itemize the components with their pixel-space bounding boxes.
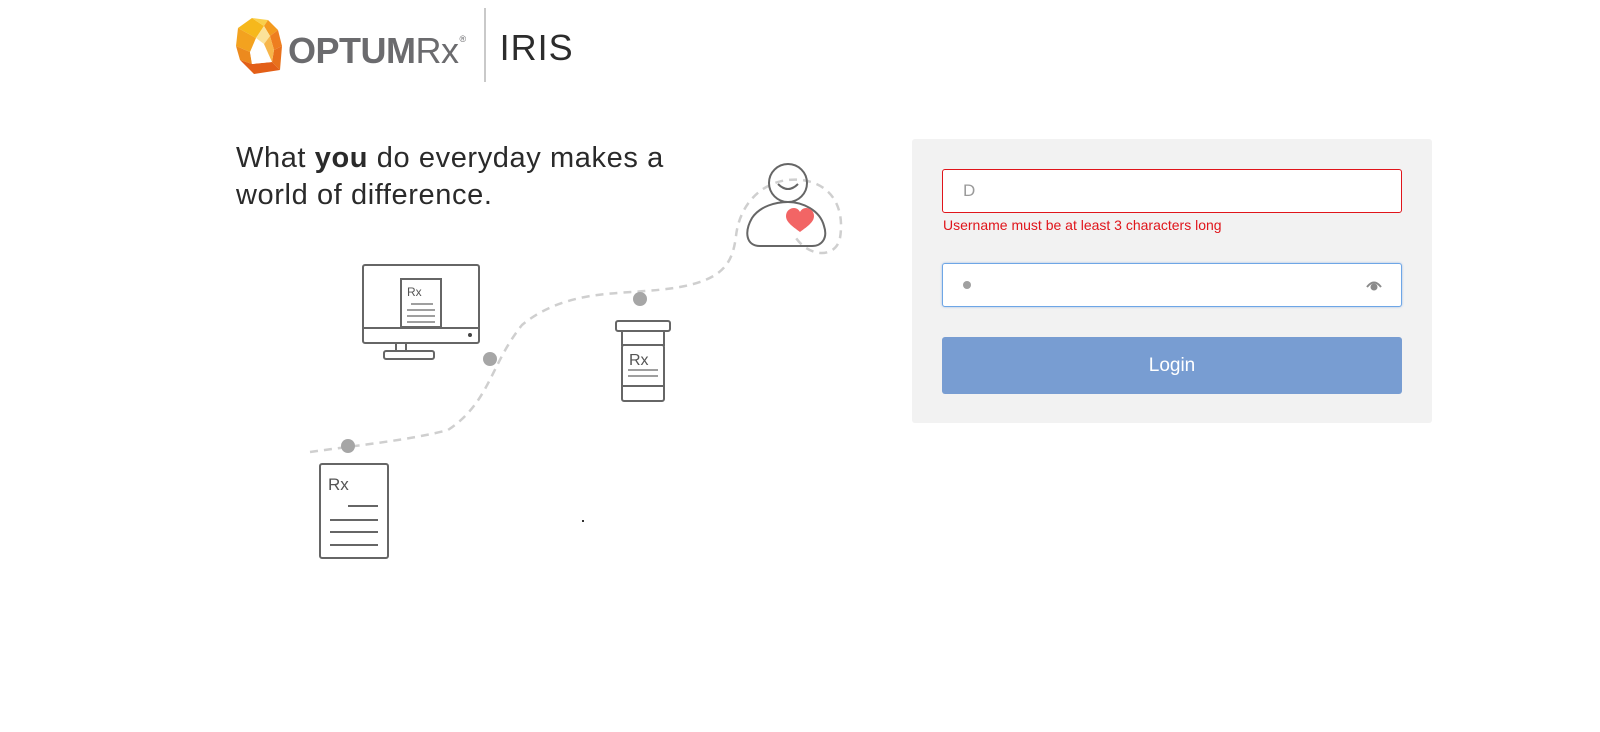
- path-dot-1: [341, 439, 355, 453]
- password-mask-dot: [963, 281, 971, 289]
- login-panel: D Username must be at least 3 characters…: [912, 139, 1432, 423]
- path-dot-3: [633, 292, 647, 306]
- monitor-rx-label: Rx: [407, 285, 422, 299]
- heart-icon: [786, 208, 814, 232]
- bottle-rx-label: Rx: [629, 352, 649, 369]
- logo-divider: [483, 8, 486, 82]
- document-rx-label: Rx: [328, 475, 349, 494]
- dashed-path: [309, 178, 843, 454]
- monitor-icon: [362, 264, 480, 360]
- password-input[interactable]: [942, 263, 1402, 307]
- person-icon: [746, 163, 827, 247]
- show-password-icon[interactable]: [1365, 278, 1383, 292]
- journey-illustration: Rx Rx Rx: [309, 163, 843, 559]
- username-error: Username must be at least 3 characters l…: [943, 217, 1222, 233]
- brand-rx-text: Rx: [415, 30, 460, 71]
- optumrx-logo-icon: [236, 18, 282, 74]
- brand-optum-text: OPTUM: [288, 30, 416, 71]
- stray-dot: [582, 520, 584, 522]
- username-value: D: [963, 181, 976, 200]
- login-page: OPTUMRx® IRIS What you do everyday makes…: [0, 0, 1600, 732]
- header-logo: OPTUMRx® IRIS: [234, 6, 574, 84]
- path-dot-2: [483, 352, 497, 366]
- app-name: IRIS: [499, 27, 574, 68]
- login-button[interactable]: Login: [942, 337, 1402, 394]
- brand-wordmark: OPTUMRx®: [288, 33, 466, 69]
- brand-registered-mark: ®: [459, 34, 467, 44]
- username-input[interactable]: D: [942, 169, 1402, 213]
